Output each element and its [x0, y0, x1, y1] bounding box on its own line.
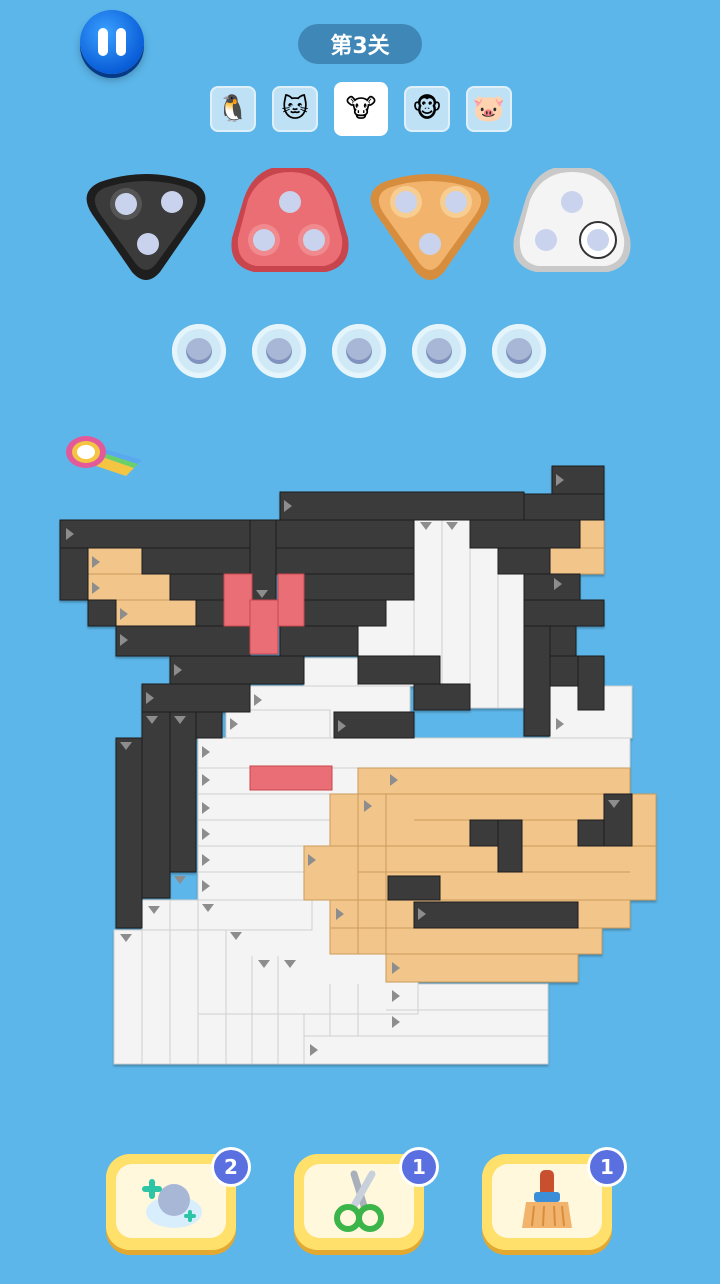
brush-icon: [522, 1170, 572, 1228]
add-slot-count-badge: 2: [214, 1150, 248, 1184]
scissors-icon: [334, 1170, 384, 1232]
scissors-powerup-button[interactable]: 1: [294, 1150, 436, 1250]
add-slot-powerup-button[interactable]: 2: [106, 1150, 248, 1250]
brush-count-badge: 1: [590, 1150, 624, 1184]
add-slot-icon: [142, 1179, 202, 1228]
strip-canvas: [59, 465, 657, 1065]
scissors-count-badge: 1: [402, 1150, 436, 1184]
strip-layer: [59, 465, 657, 1065]
tape-board: [0, 0, 720, 1280]
brush-powerup-button[interactable]: 1: [482, 1150, 624, 1250]
